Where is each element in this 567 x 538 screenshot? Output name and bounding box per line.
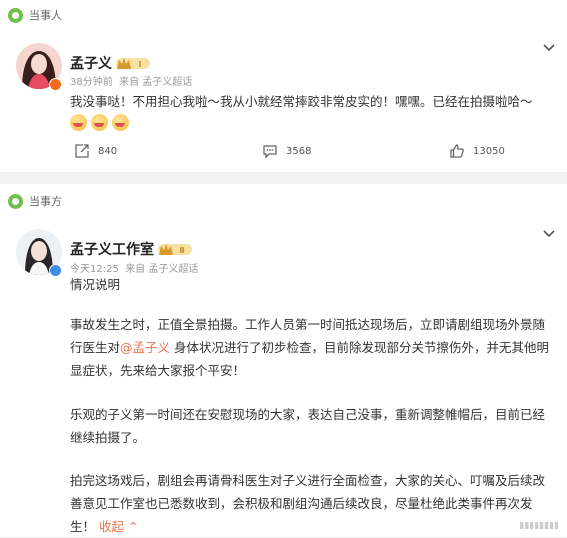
- post-card-2: 当事方 孟子义工作室 II 今天12:25 来自 孟子义超话 情况说明 事故发生…: [0, 184, 567, 537]
- like-count: 13050: [473, 145, 505, 157]
- like-button[interactable]: 13050: [449, 143, 505, 159]
- post-card-1: 当事人 孟子义 I 38分钟前 来自 孟子义超话 我没事哒！不用担心我啦～我从小…: [0, 0, 567, 172]
- watermark: ▮▮▮▮▮▮▮▮: [519, 521, 559, 531]
- post-source[interactable]: 来自 孟子义超话: [119, 77, 192, 88]
- topic-label: 当事人: [29, 9, 62, 22]
- repost-icon: [75, 144, 89, 158]
- paragraph-2: 乐观的子义第一时间还在安慰现场的大家，表达自己没事，重新调整帷帽后，目前已经继续…: [70, 407, 546, 445]
- level-badge: I: [116, 55, 150, 69]
- level-badge: II: [158, 241, 192, 255]
- paragraph-3-text: 拍完这场戏后，剧组会再请骨科医生对子义进行全面检查，大家的关心、叮嘱及后续改善意…: [70, 473, 546, 534]
- paragraph-1: 事故发生之时，正值全景拍摄。工作人员第一时间抵达现场后，立即请剧组现场外景随行医…: [70, 313, 553, 382]
- comment-icon: [263, 145, 277, 159]
- verified-badge-icon: [49, 264, 62, 277]
- verified-badge-icon: [49, 78, 62, 91]
- topic-tag[interactable]: 当事方: [8, 193, 62, 209]
- post-title: 情况说明: [70, 277, 121, 292]
- topic-tag[interactable]: 当事人: [8, 7, 62, 23]
- chevron-down-icon[interactable]: [543, 230, 555, 238]
- mention-link[interactable]: @孟子义: [120, 340, 170, 355]
- author-name[interactable]: 孟子义工作室: [70, 239, 154, 259]
- repost-count: 840: [98, 145, 118, 157]
- level-text: I: [139, 60, 141, 69]
- comment-button[interactable]: 3568: [262, 143, 311, 159]
- comment-count: 3568: [286, 145, 312, 157]
- chevron-up-icon: ⌃: [128, 519, 139, 534]
- paragraph-3: 拍完这场戏后，剧组会再请骨科医生对子义进行全面检查，大家的关心、叮嘱及后续改善意…: [70, 469, 553, 538]
- post-meta: 38分钟前 来自 孟子义超话: [70, 73, 192, 88]
- location-pin-icon: [8, 193, 23, 209]
- collapse-label: 收起: [99, 519, 125, 534]
- collapse-link[interactable]: 收起 ⌃: [99, 519, 138, 534]
- happy-emoji-icon: [70, 114, 87, 131]
- emoji-row: [70, 114, 129, 131]
- repost-button[interactable]: 840: [74, 143, 117, 159]
- level-text: II: [180, 246, 184, 255]
- post-time[interactable]: 38分钟前: [70, 77, 113, 88]
- author-name[interactable]: 孟子义: [70, 53, 112, 73]
- action-bar: 840 3568 13050: [0, 143, 567, 165]
- happy-emoji-icon: [112, 114, 129, 131]
- location-pin-icon: [8, 7, 23, 23]
- thumbs-up-icon: [450, 144, 464, 158]
- happy-emoji-icon: [91, 114, 108, 131]
- post-content: 我没事哒！不用担心我啦～我从小就经常摔跤非常皮实的！嘿嘿。已经在拍摄啦哈～: [70, 94, 533, 109]
- topic-label: 当事方: [29, 195, 62, 208]
- chevron-down-icon[interactable]: [543, 44, 555, 52]
